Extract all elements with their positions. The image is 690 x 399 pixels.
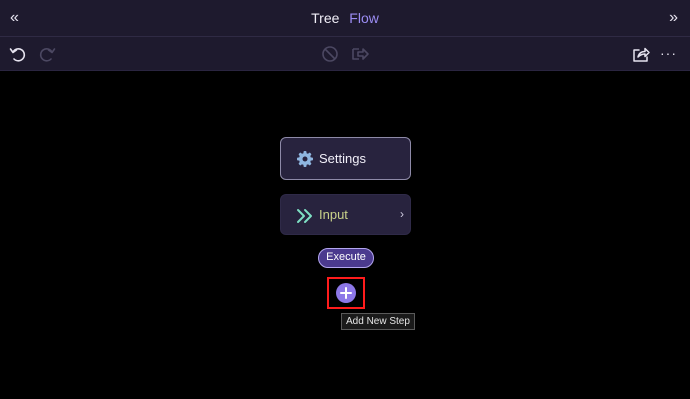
add-step-highlight xyxy=(327,277,365,309)
tab-flow[interactable]: Flow xyxy=(349,10,379,27)
add-step-button[interactable] xyxy=(336,283,356,303)
execute-button[interactable]: Execute xyxy=(318,248,374,268)
redo-icon[interactable] xyxy=(37,44,57,64)
tab-tree[interactable]: Tree xyxy=(311,10,339,27)
collapse-right-icon[interactable]: » xyxy=(669,9,678,27)
input-card[interactable]: Input › xyxy=(280,194,411,235)
toolbar: ··· xyxy=(0,37,690,71)
view-tabs: Tree Flow xyxy=(0,10,690,27)
more-icon[interactable]: ··· xyxy=(660,46,677,60)
export-icon[interactable] xyxy=(350,44,370,64)
chevron-right-icon: › xyxy=(400,207,404,221)
top-bar: « Tree Flow » xyxy=(0,0,690,37)
share-icon[interactable] xyxy=(631,44,651,64)
undo-icon[interactable] xyxy=(8,44,28,64)
disable-icon[interactable] xyxy=(320,44,340,64)
add-step-tooltip: Add New Step xyxy=(341,313,415,330)
double-chevron-icon xyxy=(296,207,314,225)
settings-card[interactable]: Settings xyxy=(280,137,411,180)
input-label: Input xyxy=(319,207,348,222)
gear-icon xyxy=(296,150,314,168)
settings-label: Settings xyxy=(319,151,366,166)
